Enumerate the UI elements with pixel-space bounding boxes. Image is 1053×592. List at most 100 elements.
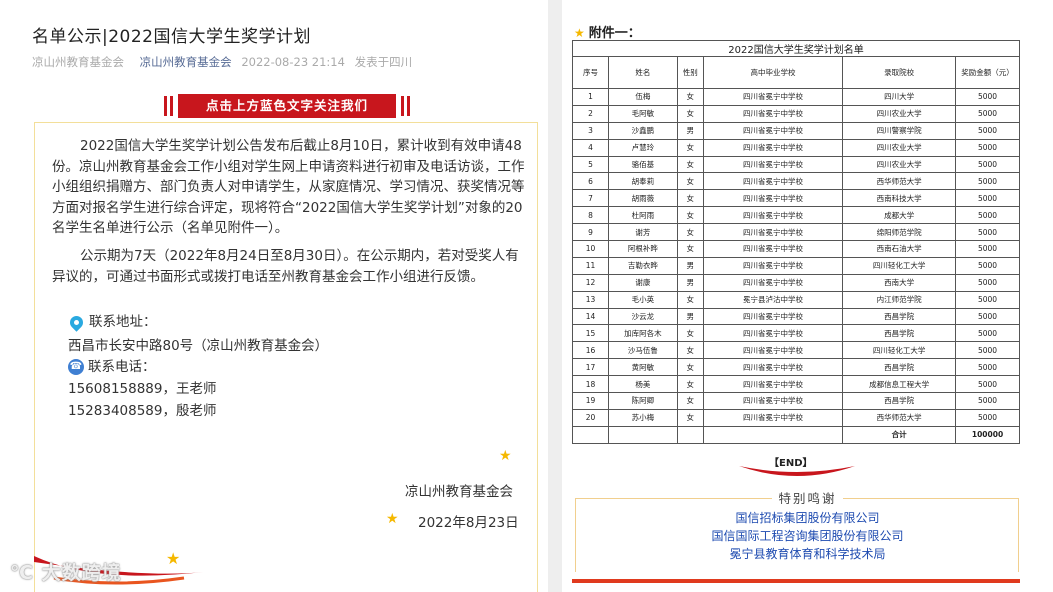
table-cell: 沙云龙: [607, 307, 678, 326]
table-cell: 四川警察学院: [842, 121, 957, 140]
table-cell: 5000: [955, 408, 1020, 427]
table-row: 10 阿根补晔女四川省冕宁中学校 西南石油大学 5000: [572, 240, 1020, 258]
table-cell: 四川轻化工大学: [842, 256, 957, 275]
table-cell: 四川省冕宁中学校: [702, 206, 844, 225]
signature: 凉山州教育基金会: [405, 484, 513, 500]
phone-label-row: ☎ 联系电话：: [68, 357, 156, 378]
table-cell: 四川省冕宁中学校: [702, 88, 844, 106]
table-cell: 女: [676, 358, 704, 377]
scholarship-list-table: 2022国信大学生奖学计划名单 序号 姓名 性别 高中毕业学校 录取院校 奖励金…: [572, 40, 1020, 444]
table-cell: 女: [676, 189, 704, 208]
total-value: 100000: [955, 425, 1020, 444]
table-row: 14 沙云龙男四川省冕宁中学校 西昌学院 5000: [572, 307, 1020, 326]
table-cell: 四川农业大学: [842, 138, 957, 157]
table-cell: 5000: [955, 189, 1020, 208]
table-cell: 5000: [955, 358, 1020, 377]
table-total-row: 合计 100000: [572, 425, 1020, 444]
table-cell: 5000: [955, 155, 1020, 174]
article-panel: 名单公示|2022国信大学生奖学计划 凉山州教育基金会 凉山州教育基金会 202…: [0, 0, 548, 592]
table-row: 9 谢芳女四川省冕宁中学校 绵阳师范学院 5000: [572, 223, 1020, 242]
table-cell: 西南石油大学: [842, 240, 957, 258]
table-cell: 14: [572, 307, 609, 326]
star-bullet-icon: ★: [574, 26, 585, 40]
table-cell: 苏小梅: [607, 408, 678, 427]
table-cell: 四川农业大学: [842, 104, 957, 123]
table-row: 13 毛小英女冕宁县泸沽中学校 内江师范学院 5000: [572, 290, 1020, 309]
table-row: 17 黄阿敏女四川省冕宁中学校 西昌学院 5000: [572, 358, 1020, 377]
table-cell: 女: [676, 324, 704, 343]
table-cell: 5000: [955, 273, 1020, 292]
address-text: 西昌市长安中路80号（凉山州教育基金会）: [68, 338, 329, 354]
table-cell: 男: [676, 121, 704, 140]
table-cell: 7: [572, 189, 609, 208]
table-row: 15 加库阿各木女四川省冕宁中学校 西昌学院 5000: [572, 324, 1020, 343]
table-cell: 西南大学: [842, 273, 957, 292]
table-cell: 男: [676, 273, 704, 292]
table-cell: 20: [572, 408, 609, 427]
column-header: 高中毕业学校: [702, 56, 844, 89]
table-cell: 11: [572, 256, 609, 275]
table-cell: 西南科技大学: [842, 189, 957, 208]
table-cell: 四川省冕宁中学校: [702, 324, 844, 343]
table-cell: 女: [676, 290, 704, 309]
table-cell: 四川省冕宁中学校: [702, 273, 844, 292]
table-cell: 绵阳师范学院: [842, 223, 957, 242]
table-cell: 谢芳: [607, 223, 678, 242]
sponsor-1: 国信招标集团股份有限公司: [735, 511, 880, 525]
table-cell: 西华师范大学: [842, 408, 957, 427]
telephone-icon: ☎: [68, 359, 84, 376]
end-swoosh-decoration: [739, 466, 855, 476]
column-header: 姓名: [607, 56, 678, 89]
table-cell: 四川省冕宁中学校: [702, 392, 844, 410]
table-cell: [676, 425, 704, 444]
table-cell: 5000: [955, 341, 1020, 360]
table-cell: 骆佰基: [607, 155, 678, 174]
bottom-accent-bar: [572, 579, 1020, 583]
table-cell: 西昌学院: [842, 392, 957, 410]
table-row: 6 胡奉莉女四川省冕宁中学校 西华师范大学 5000: [572, 172, 1020, 191]
table-cell: 女: [676, 88, 704, 106]
account-link[interactable]: 凉山州教育基金会: [140, 55, 232, 69]
table-cell: 西昌学院: [842, 307, 957, 326]
banner-stripe-decoration: [401, 96, 404, 116]
table-cell: 四川农业大学: [842, 155, 957, 174]
table-cell: 胡奉莉: [607, 172, 678, 191]
table-cell: 四川省冕宁中学校: [702, 104, 844, 123]
location-pin-icon: [67, 313, 86, 332]
table-cell: 女: [676, 408, 704, 427]
table-cell: 女: [676, 392, 704, 410]
table-cell: 16: [572, 341, 609, 360]
table-title: 2022国信大学生奖学计划名单: [572, 40, 1020, 57]
thanks-title-text: 特别鸣谢: [772, 491, 843, 506]
table-cell: 12: [572, 273, 609, 292]
table-cell: 沙鑫鹏: [607, 121, 678, 140]
table-cell: 19: [572, 392, 609, 410]
table-cell: 5000: [955, 172, 1020, 191]
table-cell: 15: [572, 324, 609, 343]
table-cell: 5000: [955, 375, 1020, 394]
table-cell: 男: [676, 256, 704, 275]
attachment-heading: ★ 附件一：: [574, 22, 641, 41]
table-cell: 女: [676, 240, 704, 258]
table-cell: 5000: [955, 104, 1020, 123]
table-cell: 卢慧玲: [607, 138, 678, 157]
table-row: 18 杨美女四川省冕宁中学校 成都信息工程大学 5000: [572, 375, 1020, 394]
table-cell: 四川省冕宁中学校: [702, 240, 844, 258]
total-label: 合计: [842, 425, 957, 444]
table-cell: 沙马伍鲁: [607, 341, 678, 360]
table-cell: 女: [676, 172, 704, 191]
table-cell: 四川轻化工大学: [842, 341, 957, 360]
table-cell: 四川大学: [842, 88, 957, 106]
table-cell: 西昌学院: [842, 358, 957, 377]
table-cell: 四川省冕宁中学校: [702, 307, 844, 326]
signature-date: 2022年8月23日: [418, 515, 519, 531]
table-caption-row: 2022国信大学生奖学计划名单: [572, 40, 1020, 57]
table-cell: 5000: [955, 392, 1020, 410]
table-cell: 女: [676, 206, 704, 225]
table-cell: 成都大学: [842, 206, 957, 225]
table-cell: 5000: [955, 138, 1020, 157]
table-header-row: 序号 姓名 性别 高中毕业学校 录取院校 奖励金额（元）: [572, 56, 1020, 89]
panel-divider: [548, 0, 562, 592]
thanks-title: 特别鸣谢: [562, 488, 1053, 507]
table-cell: [702, 425, 844, 444]
